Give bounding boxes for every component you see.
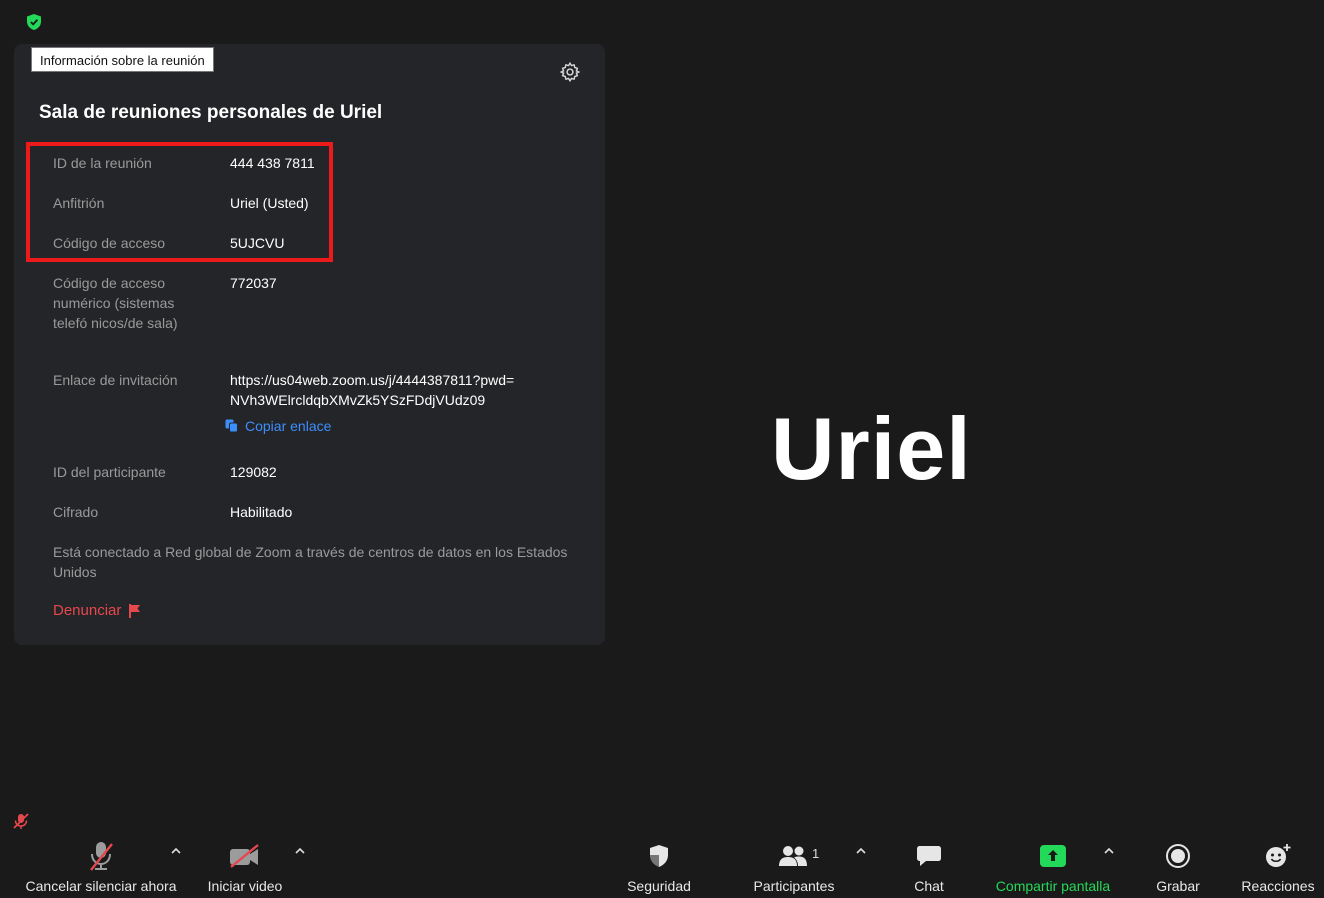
reactions-emoji-icon (1264, 838, 1292, 874)
encryption-label: Cifrado (53, 504, 99, 520)
record-button[interactable]: Grabar (1146, 830, 1210, 898)
participants-count: 1 (812, 846, 820, 861)
muted-mic-icon (88, 838, 114, 874)
meeting-info-shield-icon[interactable] (24, 12, 44, 32)
numeric-passcode-label: Código de acceso numérico (sistemas tele… (53, 275, 178, 331)
passcode-value: 5UJCVU (230, 235, 285, 251)
gear-icon[interactable] (559, 61, 581, 83)
video-button[interactable]: Iniciar video (200, 830, 290, 898)
video-options-chevron-up-icon[interactable] (292, 842, 308, 858)
record-label: Grabar (1156, 878, 1200, 894)
passcode-label: Código de acceso (53, 235, 166, 251)
share-options-chevron-up-icon[interactable] (1101, 842, 1117, 858)
host-label: Anfitrión (53, 195, 105, 211)
participants-options-chevron-up-icon[interactable] (853, 842, 869, 858)
audio-options-chevron-up-icon[interactable] (168, 842, 184, 858)
meeting-id-label: ID de la reunión (53, 155, 152, 171)
security-shield-icon (648, 838, 670, 874)
meeting-id-value: 444 438 7811 (230, 155, 315, 171)
chat-bubble-icon (916, 838, 942, 874)
participants-label: Participantes (753, 878, 835, 894)
reactions-button[interactable]: Reacciones (1236, 830, 1320, 898)
video-label: Iniciar video (207, 878, 283, 894)
security-button[interactable]: Seguridad (612, 830, 706, 898)
participant-id-value: 129082 (230, 464, 277, 480)
copy-icon (225, 419, 238, 433)
flag-icon (129, 603, 141, 618)
panel-title: Sala de reuniones personales de Uriel (39, 102, 383, 123)
reactions-label: Reacciones (1241, 878, 1315, 894)
share-screen-button[interactable]: Compartir pantalla (980, 830, 1126, 898)
connection-info: Está conectado a Red global de Zoom a tr… (53, 544, 568, 580)
share-screen-icon (1039, 838, 1067, 874)
participant-id-label: ID del participante (53, 464, 166, 480)
encryption-value: Habilitado (230, 504, 293, 520)
invite-link-value-line1: https://us04web.zoom.us/j/4444387811?pwd… (230, 372, 515, 388)
invite-link-value-line2: NVh3WElrcldqbXMvZk5YSzFDdjVUdz09 (230, 392, 486, 408)
report-label: Denunciar (53, 602, 122, 619)
participants-button[interactable]: 1 Participantes (742, 830, 846, 898)
participants-icon: 1 (778, 838, 819, 874)
chat-label: Chat (914, 878, 944, 894)
mute-button[interactable]: Cancelar silenciar ahora (6, 830, 196, 898)
video-off-icon (228, 838, 262, 874)
muted-indicator-icon (12, 812, 30, 830)
copy-link-button[interactable]: Copiar enlace (225, 418, 331, 434)
copy-link-label: Copiar enlace (245, 418, 332, 434)
participant-name: Uriel (771, 399, 972, 498)
meeting-info-tooltip: Información sobre la reunión (31, 47, 214, 72)
security-label: Seguridad (627, 878, 691, 894)
meeting-toolbar: Cancelar silenciar ahora Iniciar video S… (0, 830, 1324, 898)
numeric-passcode-value: 772037 (230, 275, 277, 291)
invite-link-label: Enlace de invitación (53, 372, 178, 388)
report-button[interactable]: Denunciar (53, 602, 141, 619)
share-screen-label: Compartir pantalla (995, 878, 1111, 894)
mute-label: Cancelar silenciar ahora (25, 878, 177, 894)
host-value: Uriel (Usted) (230, 195, 309, 211)
meeting-info-panel: Sala de reuniones personales de Uriel ID… (14, 44, 605, 645)
chat-button[interactable]: Chat (900, 830, 958, 898)
record-icon (1165, 838, 1191, 874)
